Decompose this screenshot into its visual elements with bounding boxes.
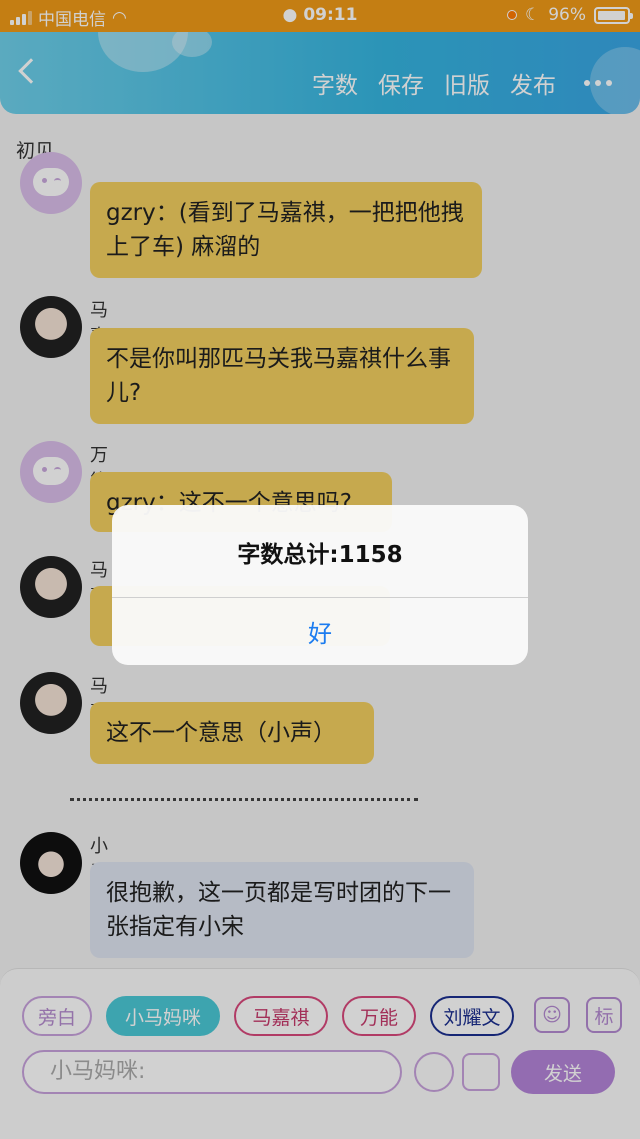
word-count-dialog: 字数总计:1158 好	[112, 505, 528, 665]
dialog-ok-button[interactable]: 好	[112, 597, 528, 665]
dialog-title: 字数总计:1158	[237, 542, 403, 568]
